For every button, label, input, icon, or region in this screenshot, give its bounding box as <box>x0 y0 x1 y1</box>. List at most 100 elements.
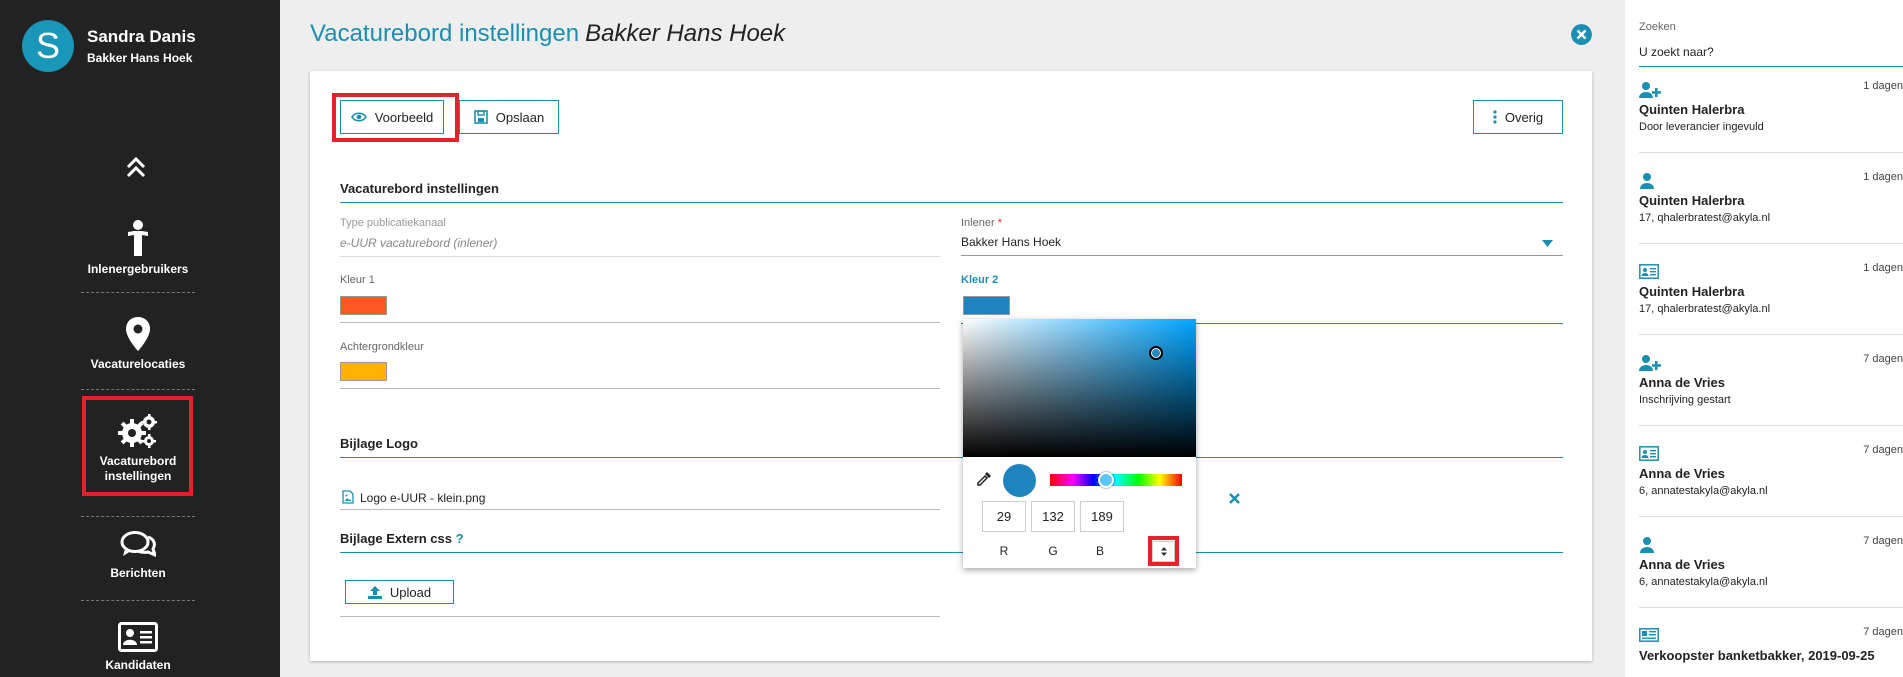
color-picker: 29 132 189 R G B <box>963 319 1196 568</box>
color2-label: Kleur 2 <box>961 274 999 286</box>
activity-days: 1 dagen <box>1863 171 1903 183</box>
page-title-subtitle: Bakker Hans Hoek <box>585 20 786 47</box>
sidebar-item-inlenergebruikers[interactable]: Inlenergebruikers <box>81 220 195 277</box>
divider <box>1639 66 1903 67</box>
divider <box>81 600 195 601</box>
divider <box>340 509 940 510</box>
activity-item[interactable]: 1 dagen Quinten Halerbra 17, qhalerbratest… <box>1639 260 1903 335</box>
sidebar-item-berichten[interactable]: Berichten <box>81 530 195 581</box>
hue-handle[interactable] <box>1098 472 1114 488</box>
background-color-label: Achtergrondkleur <box>340 341 424 353</box>
page-title-main: Vacaturebord instellingen <box>310 20 580 47</box>
search-input[interactable]: U zoekt naar? <box>1639 45 1714 59</box>
publication-channel-label: Type publicatiekanaal <box>340 217 446 229</box>
caret-down-icon[interactable] <box>1542 240 1553 247</box>
hue-slider[interactable] <box>1050 474 1182 486</box>
section-title: Bijlage Logo <box>340 436 418 451</box>
sidebar-item-label: Inlenergebruikers <box>87 262 189 276</box>
activity-days: 7 dagen <box>1863 626 1903 638</box>
newspaper-icon <box>1639 628 1659 647</box>
user-plus-icon <box>1639 355 1661 376</box>
id-card-icon <box>118 622 158 652</box>
more-button[interactable]: Overig <box>1473 100 1563 134</box>
activity-item[interactable]: 7 dagen Anna de Vries 6, annatestakyla@aky… <box>1639 442 1903 517</box>
divider <box>81 389 195 390</box>
image-file-icon <box>342 490 354 504</box>
activity-days: 7 dagen <box>1863 535 1903 547</box>
search-label: Zoeken <box>1639 21 1676 33</box>
highlight-box <box>1148 536 1179 566</box>
activity-name: Quinten Halerbra <box>1639 193 1745 208</box>
remove-icon[interactable] <box>1229 493 1240 504</box>
sidebar-item-label: Kandidaten <box>105 658 171 672</box>
green-input[interactable]: 132 <box>1031 501 1075 532</box>
user-profile[interactable]: S Sandra Danis Bakker Hans Hoek <box>22 20 196 72</box>
activity-item[interactable]: 1 dagen Quinten Halerbra Door leverancier … <box>1639 78 1903 153</box>
upload-button[interactable]: Upload <box>345 580 454 604</box>
publication-channel-value: e-UUR vacaturebord (inlener) <box>340 236 498 250</box>
user-icon <box>1639 173 1655 194</box>
activity-item[interactable]: 7 dagen Anna de Vries Inschrijving gestart <box>1639 351 1903 426</box>
vertical-dots-icon <box>1493 110 1497 124</box>
blue-input[interactable]: 189 <box>1080 501 1124 532</box>
divider <box>961 255 1563 256</box>
divider <box>340 457 1563 458</box>
user-icon <box>1639 537 1655 558</box>
activity-detail: 17, qhalerbratest@akyla.nl <box>1639 303 1771 315</box>
saturation-area[interactable] <box>963 319 1196 457</box>
activity-detail: 6, annatestakyla@akyla.nl <box>1639 485 1768 497</box>
save-button[interactable]: Opslaan <box>459 100 559 134</box>
highlight-box <box>82 396 193 496</box>
sidebar-item-kandidaten[interactable]: Kandidaten <box>81 622 195 673</box>
color1-swatch[interactable] <box>340 296 387 315</box>
activity-days: 1 dagen <box>1863 80 1903 92</box>
activity-days: 7 dagen <box>1863 353 1903 365</box>
activity-name: Quinten Halerbra <box>1639 284 1745 299</box>
user-company: Bakker Hans Hoek <box>87 51 193 65</box>
save-button-label: Opslaan <box>495 109 545 125</box>
sidebar: S Sandra Danis Bakker Hans Hoek Inlenerg… <box>0 0 280 677</box>
activity-name: Anna de Vries <box>1639 375 1725 390</box>
logo-file-name[interactable]: Logo e-UUR - klein.png <box>360 491 485 505</box>
activity-detail: Door leverancier ingevuld <box>1639 121 1764 133</box>
sidebar-item-vacaturelocaties[interactable]: Vacaturelocaties <box>81 317 195 372</box>
activity-days: 1 dagen <box>1863 262 1903 274</box>
location-pin-icon <box>126 317 150 351</box>
activity-name: Quinten Halerbra <box>1639 102 1745 117</box>
section-title: Bijlage Extern css ? <box>340 531 464 546</box>
red-input[interactable]: 29 <box>982 501 1026 532</box>
activity-item[interactable]: 7 dagen Anna de Vries 6, annatestakyla@aky… <box>1639 533 1903 608</box>
settings-card: Voorbeeld Opslaan Overig Vacaturebord in… <box>310 71 1592 661</box>
chat-bubbles-icon <box>120 531 156 558</box>
collapse-up-icon[interactable] <box>125 155 147 181</box>
inlener-select[interactable]: Bakker Hans Hoek <box>961 235 1061 249</box>
inlener-label: Inlener * <box>961 217 1002 229</box>
color1-label: Kleur 1 <box>340 274 375 286</box>
activity-item[interactable]: 7 dagen Verkoopster banketbakker, 2019-09… <box>1639 624 1903 677</box>
color-preview <box>1003 464 1036 497</box>
activity-detail: Inschrijving gestart <box>1639 394 1731 406</box>
id-card-icon <box>1639 446 1659 466</box>
user-plus-icon <box>1639 82 1661 103</box>
activity-panel: Zoeken U zoekt naar? 1 dagen Quinten Hale… <box>1625 0 1903 677</box>
activity-name: Anna de Vries <box>1639 557 1725 572</box>
color2-swatch[interactable] <box>963 296 1010 315</box>
more-button-label: Overig <box>1504 109 1544 125</box>
upload-icon <box>367 585 382 599</box>
activity-item[interactable]: 1 dagen Quinten Halerbra 17, qhalerbratest… <box>1639 169 1903 244</box>
floppy-disk-icon <box>473 110 488 124</box>
green-label: G <box>1048 544 1058 558</box>
activity-name: Anna de Vries <box>1639 466 1725 481</box>
divider <box>81 516 195 517</box>
saturation-handle[interactable] <box>1149 346 1163 360</box>
divider <box>340 322 940 323</box>
background-color-swatch[interactable] <box>340 362 387 381</box>
help-icon[interactable]: ? <box>456 531 464 546</box>
user-name: Sandra Danis <box>87 27 196 46</box>
close-icon[interactable] <box>1571 24 1592 45</box>
avatar: S <box>22 20 74 72</box>
activity-detail: 6, annatestakyla@akyla.nl <box>1639 576 1768 588</box>
eyedropper-icon[interactable] <box>976 471 992 487</box>
divider <box>340 552 1563 553</box>
divider <box>340 388 940 389</box>
